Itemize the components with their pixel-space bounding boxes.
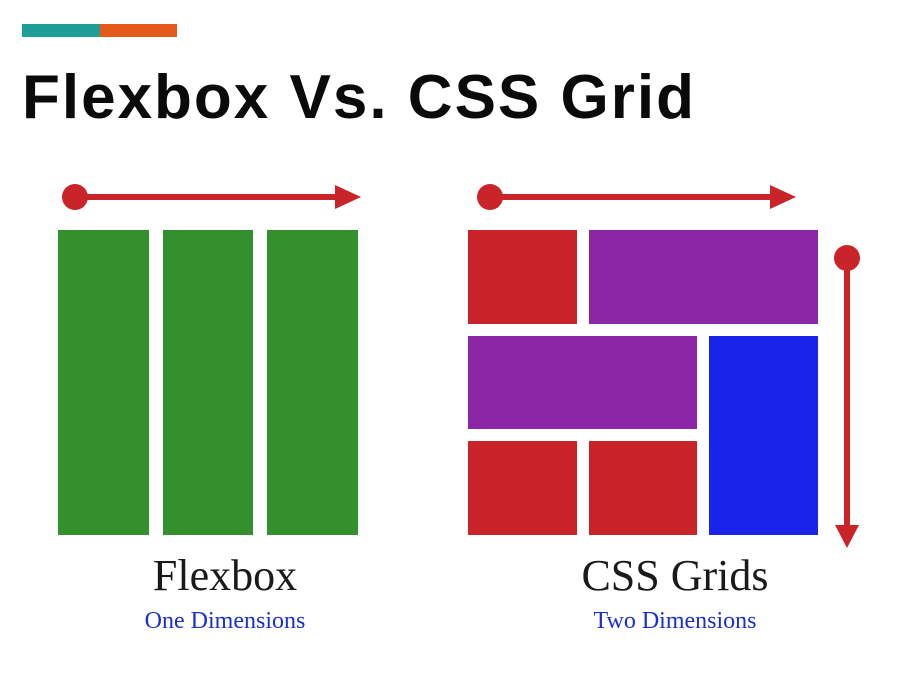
flexbox-caption-sub: One Dimensions — [0, 608, 450, 635]
grid-cell-red — [468, 441, 577, 535]
accent-segment-teal — [22, 24, 100, 37]
grid-cell-red — [468, 230, 577, 324]
horizontal-arrow-icon — [470, 172, 800, 222]
horizontal-arrow-icon — [55, 172, 365, 222]
grid-cell-blue — [709, 336, 818, 535]
accent-bar — [22, 24, 177, 37]
flex-column — [58, 230, 149, 535]
grid-cell-purple — [468, 336, 697, 430]
flex-column — [267, 230, 358, 535]
grid-caption-sub: Two Dimensions — [450, 608, 900, 635]
page-title: Flexbox Vs. CSS Grid — [22, 62, 696, 133]
flex-column — [163, 230, 254, 535]
flexbox-caption-title: Flexbox — [0, 550, 450, 601]
grid-cell-purple — [589, 230, 818, 324]
vertical-arrow-icon — [822, 240, 872, 550]
grid-illustration — [468, 230, 818, 535]
flexbox-illustration — [58, 230, 358, 535]
accent-segment-orange — [100, 24, 178, 37]
grid-cell-red — [589, 441, 698, 535]
grid-caption-title: CSS Grids — [450, 550, 900, 601]
